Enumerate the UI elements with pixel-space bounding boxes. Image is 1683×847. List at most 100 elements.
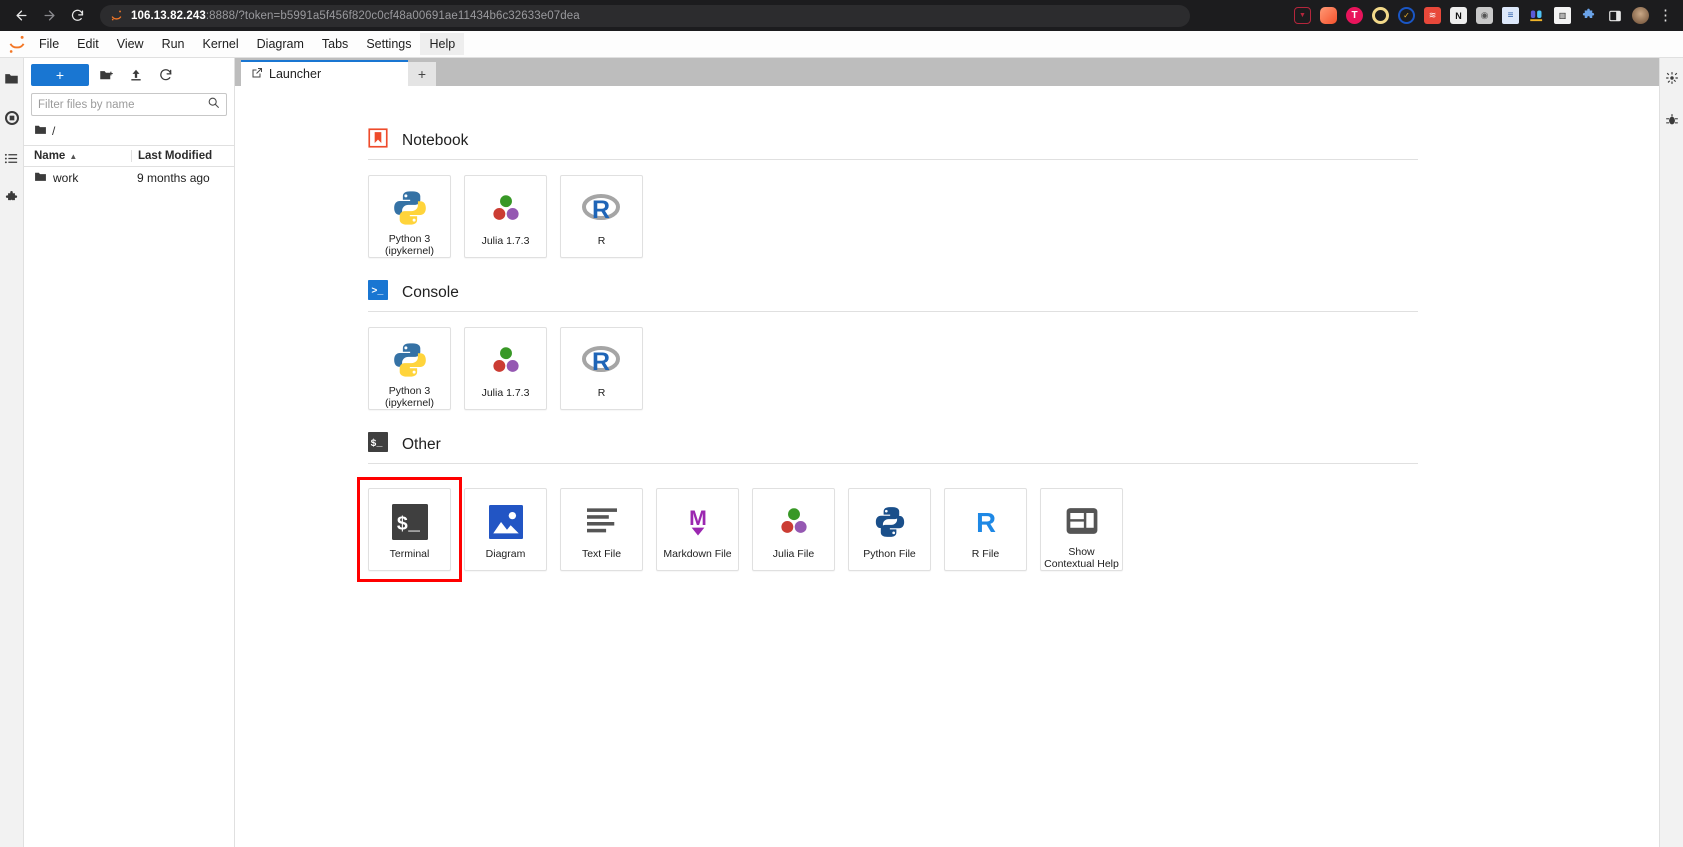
file-list-empty-space [24,189,234,847]
forward-arrow-icon[interactable] [36,3,62,29]
menu-edit[interactable]: Edit [68,33,108,56]
checkmark-badge-icon[interactable]: ✓ [1398,7,1415,24]
card-wrap-notebook-r: R R [560,175,643,258]
launcher-card-notebook-r[interactable]: R R [560,175,643,258]
new-launcher-button[interactable]: + [31,64,89,86]
section-header-notebook: Notebook [235,128,1659,153]
jupyter-logo-icon [4,33,30,55]
notebook-card-row: Python 3 (ipykernel) Julia 1.7.3 R R [235,175,1659,258]
card-wrap-terminal-highlighted: $_ Terminal [357,477,462,582]
terminal-dollar-icon: $_ [391,502,428,542]
menu-diagram[interactable]: Diagram [248,33,313,56]
notebook-bookmark-icon [368,128,388,153]
launcher-card-notebook-python3[interactable]: Python 3 (ipykernel) [368,175,451,258]
r-logo-icon: R [581,189,622,229]
refresh-icon[interactable] [153,64,179,86]
lines-panel-icon[interactable]: ≡ [1502,7,1519,24]
pocket-icon[interactable]: ▼ [1294,7,1311,24]
console-prompt-icon: >_ [368,280,388,305]
sort-ascending-caret-icon: ▲ [69,151,78,161]
peach-circle-icon[interactable] [1320,7,1337,24]
card-wrap-console-python: Python 3 (ipykernel) [368,327,451,410]
running-terminals-icon[interactable] [2,108,22,128]
file-list-item[interactable]: work 9 months ago [24,167,234,189]
column-header-name[interactable]: Name ▲ [24,150,131,162]
property-inspector-icon[interactable] [1662,68,1682,88]
tab-bar: Launcher + [235,58,1659,86]
section-title-console: Console [402,283,459,301]
profile-avatar-icon[interactable] [1632,7,1649,24]
rss-feed-icon[interactable]: ≋ [1424,7,1441,24]
launcher-card-console-python3[interactable]: Python 3 (ipykernel) [368,327,451,410]
debugger-icon[interactable] [1662,110,1682,130]
address-bar[interactable]: 106.13.82.243:8888/?token=b5991a5f456f82… [100,4,1190,27]
julia-logo-icon [777,502,811,542]
contextual-help-panel-icon [1066,502,1098,540]
menu-help[interactable]: Help [420,32,465,56]
browser-menu-kebab-icon[interactable]: ⋮ [1658,8,1673,23]
search-icon [207,96,220,114]
camera-icon[interactable]: ◉ [1476,7,1493,24]
new-folder-icon[interactable] [93,64,119,86]
r-letter-icon: R [971,502,1001,542]
file-list-header: Name ▲ Last Modified [24,145,234,167]
launcher-card-label: Show Contextual Help [1044,545,1119,570]
column-header-last-modified[interactable]: Last Modified [131,150,234,162]
address-bar-url: 106.13.82.243:8888/?token=b5991a5f456f82… [131,10,580,22]
right-activity-bar [1659,58,1683,847]
section-header-console: >_ Console [235,280,1659,305]
menu-run[interactable]: Run [153,33,194,56]
tab-launcher[interactable]: Launcher [241,60,408,86]
section-divider [368,159,1418,160]
file-item-name: work [53,171,79,185]
launcher-card-console-julia[interactable]: Julia 1.7.3 [464,327,547,410]
jupyter-favicon-icon [110,9,123,22]
breadcrumb[interactable]: / [24,116,234,145]
menu-file[interactable]: File [30,33,68,56]
card-wrap-julia-file: Julia File [752,488,835,571]
launcher-card-text-file[interactable]: Text File [560,488,643,571]
launcher-section-console: >_ Console Python 3 (ipykernel) Julia 1.… [235,280,1659,410]
launcher-card-julia-file[interactable]: Julia File [752,488,835,571]
launcher-panel: Notebook Python 3 (ipykernel) Julia 1.7.… [235,86,1659,847]
table-of-contents-icon[interactable] [2,148,22,168]
launcher-card-show-contextual-help[interactable]: Show Contextual Help [1040,488,1123,571]
notion-icon[interactable]: N [1450,7,1467,24]
reload-icon[interactable] [64,3,90,29]
extension-manager-icon[interactable] [2,188,22,208]
menu-kernel[interactable]: Kernel [194,33,248,56]
menu-settings[interactable]: Settings [357,33,420,56]
card-wrap-console-r: R R [560,327,643,410]
sidepanel-icon[interactable] [1606,7,1623,24]
launcher-card-r-file[interactable]: R R File [944,488,1027,571]
launcher-card-label: Text File [581,548,622,560]
filter-files-input[interactable] [38,98,207,111]
launcher-card-python-file[interactable]: Python File [848,488,931,571]
menu-tabs[interactable]: Tabs [313,33,357,56]
launcher-card-label: Julia 1.7.3 [481,235,530,247]
upload-icon[interactable] [123,64,149,86]
text-lines-icon [585,502,619,542]
filter-files-input-wrapper[interactable] [31,93,227,116]
ring-circle-icon[interactable] [1372,7,1389,24]
jupyter-menubar: File Edit View Run Kernel Diagram Tabs S… [0,31,1683,58]
people-icon[interactable] [1528,7,1545,24]
main-dock-area: Launcher + Notebook Python 3 (ipykernel)… [235,58,1659,847]
launcher-card-notebook-julia[interactable]: Julia 1.7.3 [464,175,547,258]
back-arrow-icon[interactable] [8,3,34,29]
card-wrap-r-file: R R File [944,488,1027,571]
menu-view[interactable]: View [108,33,153,56]
launcher-card-markdown-file[interactable]: M Markdown File [656,488,739,571]
tampermonkey-icon[interactable]: T [1346,7,1363,24]
folder-icon [34,123,47,139]
launcher-card-diagram[interactable]: Diagram [464,488,547,571]
svg-text:R: R [591,196,609,224]
launcher-card-terminal[interactable]: $_ Terminal [368,488,451,571]
puzzle-extension-icon[interactable] [1580,7,1597,24]
barcode-icon[interactable]: ▥ [1554,7,1571,24]
file-browser-icon[interactable] [2,68,22,88]
launcher-card-console-r[interactable]: R R [560,327,643,410]
section-divider [368,463,1418,464]
launcher-icon [251,67,263,82]
new-tab-button[interactable]: + [408,62,436,86]
